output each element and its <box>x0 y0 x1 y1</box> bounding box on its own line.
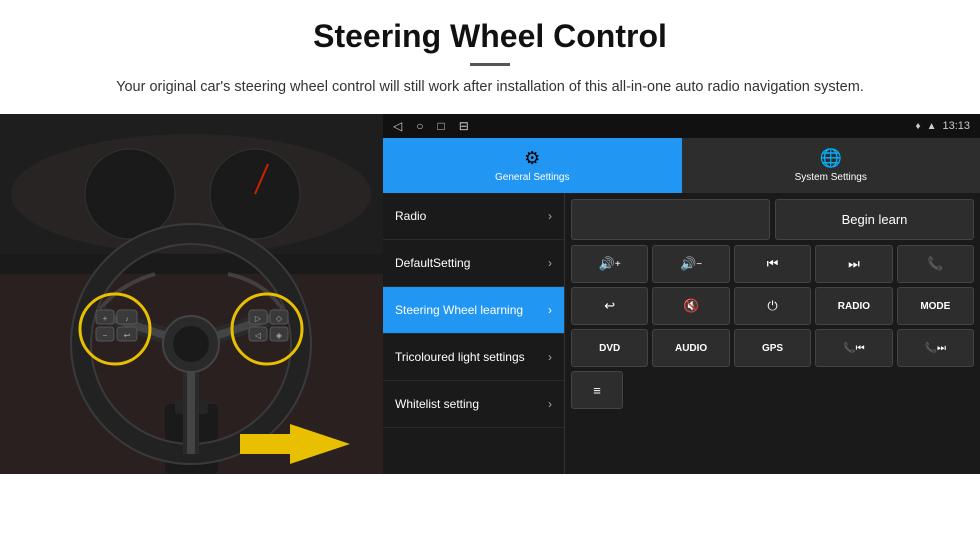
list-button[interactable]: ≡ <box>571 371 623 409</box>
gps-button[interactable]: GPS <box>734 329 811 367</box>
tab-system-settings[interactable]: 🌐 System Settings <box>682 138 980 193</box>
menu-nav-icon[interactable]: ⊟ <box>459 119 469 133</box>
phone-prev-button[interactable]: 📞⏮ <box>815 329 892 367</box>
status-bar-info: ♦ ▲ 13:13 <box>915 120 970 132</box>
vol-up-button[interactable]: 🔊+ <box>571 245 648 283</box>
audio-button[interactable]: AUDIO <box>652 329 729 367</box>
page-header: Steering Wheel Control Your original car… <box>0 0 980 108</box>
ctrl-row-2: ↩ 🔇 ⏻ RADIO MODE <box>571 287 974 325</box>
begin-learn-button[interactable]: Begin learn <box>775 199 974 240</box>
phone-next-button[interactable]: 📞⏭ <box>897 329 974 367</box>
page-title: Steering Wheel Control <box>80 18 900 55</box>
main-content: + − ♪ ↩ ▷ ◁ ◇ ◈ ◁ <box>0 114 980 474</box>
menu-list: Radio › DefaultSetting › Steering Wheel … <box>383 193 980 474</box>
menu-item-tricoloured[interactable]: Tricoloured light settings › <box>383 334 564 381</box>
tab-bar: ⚙ General Settings 🌐 System Settings <box>383 138 980 193</box>
svg-text:+: + <box>103 314 108 323</box>
menu-whitelist-label: Whitelist setting <box>395 397 548 413</box>
svg-text:↩: ↩ <box>124 331 131 340</box>
svg-text:−: − <box>103 331 108 340</box>
radio-button[interactable]: RADIO <box>815 287 892 325</box>
menu-tricoloured-label: Tricoloured light settings <box>395 350 548 366</box>
menu-right-panel: Begin learn 🔊+ 🔊− ⏮ ⏭ 📞 ↩ 🔇 <box>565 193 980 474</box>
time-display: 13:13 <box>942 120 970 132</box>
dvd-button[interactable]: DVD <box>571 329 648 367</box>
mute-button[interactable]: 🔇 <box>652 287 729 325</box>
menu-radio-label: Radio <box>395 209 548 225</box>
ctrl-row-4: ≡ <box>571 371 974 409</box>
svg-text:◁: ◁ <box>255 331 262 340</box>
chevron-right-icon-2: › <box>548 256 552 270</box>
power-button[interactable]: ⏻ <box>734 287 811 325</box>
menu-left: Radio › DefaultSetting › Steering Wheel … <box>383 193 565 474</box>
car-image-section: + − ♪ ↩ ▷ ◁ ◇ ◈ <box>0 114 383 474</box>
home-nav-icon[interactable]: ○ <box>416 119 423 133</box>
svg-text:◈: ◈ <box>276 331 283 340</box>
tab-general-label: General Settings <box>495 172 570 183</box>
chevron-right-icon-4: › <box>548 350 552 364</box>
page-description: Your original car's steering wheel contr… <box>80 76 900 98</box>
menu-item-defaultsetting[interactable]: DefaultSetting › <box>383 240 564 287</box>
status-bar: ◁ ○ □ ⊟ ♦ ▲ 13:13 <box>383 114 980 138</box>
menu-defaultsetting-label: DefaultSetting <box>395 256 548 272</box>
menu-item-steering[interactable]: Steering Wheel learning › <box>383 287 564 334</box>
menu-item-radio[interactable]: Radio › <box>383 193 564 240</box>
android-ui: ◁ ○ □ ⊟ ♦ ▲ 13:13 ⚙ General Settings 🌐 S… <box>383 114 980 474</box>
back-button[interactable]: ↩ <box>571 287 648 325</box>
svg-text:♪: ♪ <box>125 316 129 323</box>
svg-text:▷: ▷ <box>255 314 262 323</box>
chevron-right-icon: › <box>548 209 552 223</box>
svg-text:◇: ◇ <box>276 314 283 323</box>
recent-nav-icon[interactable]: □ <box>437 119 444 133</box>
prev-track-button[interactable]: ⏮ <box>734 245 811 283</box>
empty-input-box <box>571 199 770 240</box>
menu-item-whitelist[interactable]: Whitelist setting › <box>383 381 564 428</box>
chevron-right-icon-5: › <box>548 397 552 411</box>
back-nav-icon[interactable]: ◁ <box>393 119 402 133</box>
location-icon: ♦ <box>915 121 920 132</box>
next-track-button[interactable]: ⏭ <box>815 245 892 283</box>
signal-icon: ▲ <box>927 121 937 132</box>
ctrl-row-3: DVD AUDIO GPS 📞⏮ 📞⏭ <box>571 329 974 367</box>
settings-gear-icon: ⚙ <box>524 148 540 169</box>
status-bar-nav: ◁ ○ □ ⊟ <box>393 119 469 133</box>
vol-down-button[interactable]: 🔊− <box>652 245 729 283</box>
system-settings-icon: 🌐 <box>820 148 842 169</box>
tab-system-label: System Settings <box>795 172 867 183</box>
control-buttons-grid: 🔊+ 🔊− ⏮ ⏭ 📞 ↩ 🔇 ⏻ RADIO MODE <box>571 245 974 409</box>
menu-steering-label: Steering Wheel learning <box>395 303 548 319</box>
title-divider <box>470 63 510 66</box>
begin-learn-row: Begin learn <box>571 199 974 240</box>
ctrl-row-1: 🔊+ 🔊− ⏮ ⏭ 📞 <box>571 245 974 283</box>
chevron-right-icon-3: › <box>548 303 552 317</box>
mode-button[interactable]: MODE <box>897 287 974 325</box>
phone-button[interactable]: 📞 <box>897 245 974 283</box>
tab-general-settings[interactable]: ⚙ General Settings <box>383 138 682 193</box>
